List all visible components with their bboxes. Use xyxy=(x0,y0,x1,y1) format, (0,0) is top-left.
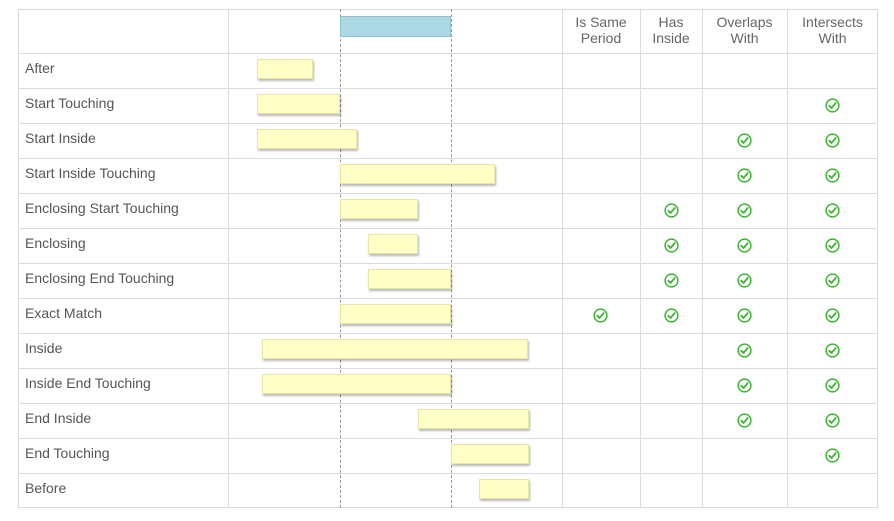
row-divider xyxy=(18,228,878,229)
check-circle-icon xyxy=(737,378,752,393)
row-divider xyxy=(18,368,878,369)
row-divider xyxy=(18,333,878,334)
period-bar xyxy=(451,444,529,464)
period-bar xyxy=(340,304,451,324)
check-circle-icon xyxy=(737,343,752,358)
check-circle-icon xyxy=(737,273,752,288)
check-circle-icon xyxy=(825,133,840,148)
period-bar xyxy=(257,59,313,79)
period-bar xyxy=(340,164,495,184)
col-header-line1: Intersects xyxy=(802,14,863,30)
check-circle-icon xyxy=(664,238,679,253)
column-divider xyxy=(787,9,788,508)
check-circle-icon xyxy=(825,448,840,463)
row-label: Inside End Touching xyxy=(25,375,151,391)
check-circle-icon xyxy=(664,308,679,323)
row-label: After xyxy=(25,60,55,76)
check-circle-icon xyxy=(737,203,752,218)
period-bar xyxy=(262,339,528,359)
check-circle-icon xyxy=(593,308,608,323)
period-bar xyxy=(340,199,418,219)
check-circle-icon xyxy=(825,168,840,183)
check-circle-icon xyxy=(737,168,752,183)
period-bar xyxy=(257,129,357,149)
check-circle-icon xyxy=(825,203,840,218)
col-header-line2: Inside xyxy=(652,30,690,46)
column-divider xyxy=(702,9,703,508)
col-header-is-same-period: Is Same Period xyxy=(562,14,640,46)
row-label: End Inside xyxy=(25,410,92,426)
check-circle-icon xyxy=(825,413,840,428)
check-circle-icon xyxy=(664,273,679,288)
row-divider xyxy=(18,158,878,159)
col-header-has-inside: Has Inside xyxy=(640,14,702,46)
col-header-line2: Period xyxy=(580,30,622,46)
row-label: Before xyxy=(25,480,67,496)
col-header-line2: With xyxy=(818,30,847,46)
check-circle-icon xyxy=(825,308,840,323)
row-label: Start Inside Touching xyxy=(25,165,156,181)
check-circle-icon xyxy=(825,238,840,253)
period-bar xyxy=(368,269,451,289)
check-circle-icon xyxy=(737,308,752,323)
col-header-intersects-with: Intersects With xyxy=(787,14,878,46)
row-label: Enclosing End Touching xyxy=(25,270,175,286)
period-bar xyxy=(418,409,529,429)
row-divider xyxy=(18,403,878,404)
row-divider xyxy=(18,123,878,124)
row-divider xyxy=(18,88,878,89)
reference-end-guide xyxy=(451,9,452,508)
row-divider xyxy=(18,263,878,264)
row-label: Enclosing xyxy=(25,235,86,251)
check-circle-icon xyxy=(737,133,752,148)
row-divider xyxy=(18,438,878,439)
check-circle-icon xyxy=(825,378,840,393)
check-circle-icon xyxy=(825,343,840,358)
period-bar xyxy=(479,479,529,499)
row-label: Exact Match xyxy=(25,305,103,321)
check-circle-icon xyxy=(825,273,840,288)
check-circle-icon xyxy=(825,98,840,113)
col-header-overlaps-with: Overlaps With xyxy=(702,14,787,46)
col-header-line1: Is Same xyxy=(575,14,627,30)
row-label: End Touching xyxy=(25,445,110,461)
row-label: Start Touching xyxy=(25,95,115,111)
reference-period-bar xyxy=(340,16,451,37)
col-header-line2: With xyxy=(730,30,759,46)
period-bar xyxy=(368,234,418,254)
period-bar xyxy=(262,374,451,394)
column-divider xyxy=(640,9,641,508)
row-divider xyxy=(18,298,878,299)
check-circle-icon xyxy=(737,238,752,253)
row-label: Start Inside xyxy=(25,130,96,146)
row-label: Inside xyxy=(25,340,63,356)
row-label: Enclosing Start Touching xyxy=(25,200,179,216)
period-bar xyxy=(257,94,340,114)
row-divider xyxy=(18,473,878,474)
column-divider xyxy=(562,9,563,508)
check-circle-icon xyxy=(737,413,752,428)
row-divider xyxy=(18,53,878,54)
col-header-line1: Has xyxy=(658,14,684,30)
row-divider xyxy=(18,193,878,194)
column-divider xyxy=(228,9,229,508)
reference-start-guide xyxy=(340,9,341,508)
period-relations-table xyxy=(18,9,878,508)
check-circle-icon xyxy=(664,203,679,218)
col-header-line1: Overlaps xyxy=(716,14,773,30)
